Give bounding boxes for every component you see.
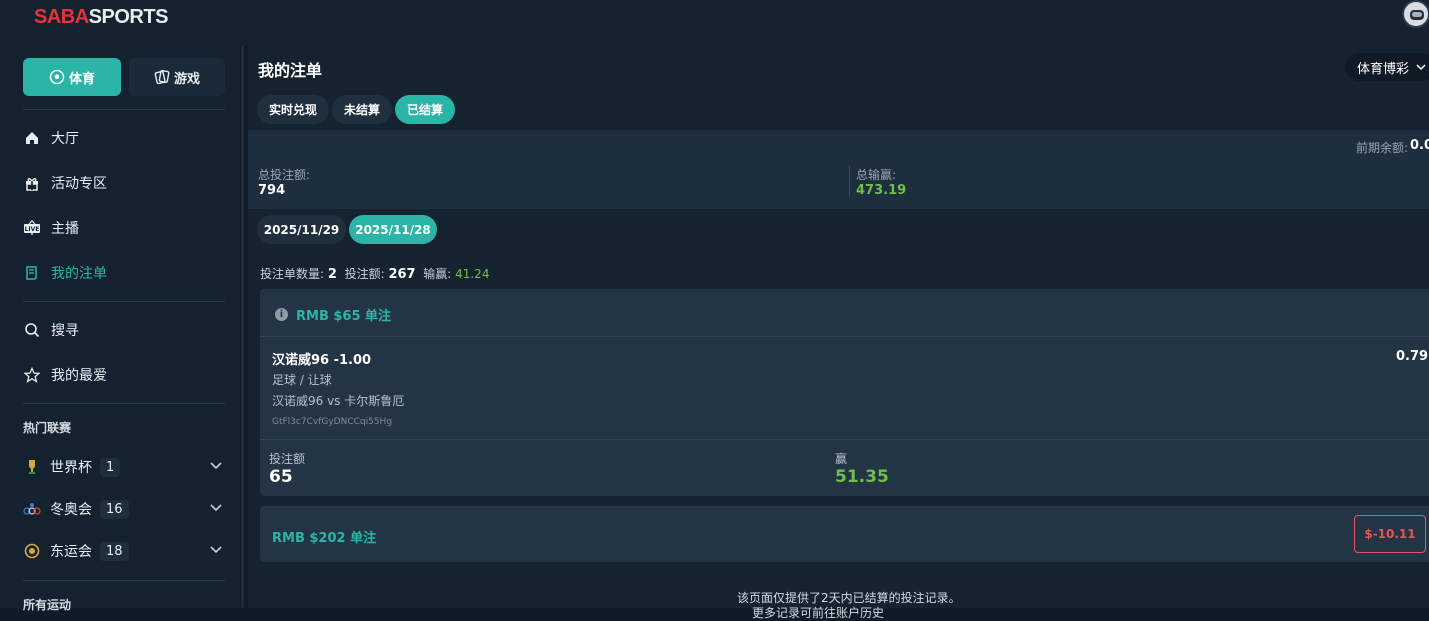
all-sports-label: 所有运动: [23, 598, 72, 612]
divider: [23, 109, 225, 110]
total-stake-value: 794: [258, 183, 286, 198]
page-title: 我的注单: [258, 61, 323, 80]
prev-balance-label: 前期余额:: [1356, 141, 1409, 155]
segment-sports[interactable]: 体育: [23, 58, 121, 96]
tab-settled[interactable]: 已结算: [395, 95, 455, 124]
footer-note-2[interactable]: 更多记录可前往账户历史: [752, 604, 884, 621]
dropdown-value: 体育博彩: [1357, 61, 1410, 77]
olympic-rings-icon: [23, 500, 41, 518]
gift-icon: [23, 174, 41, 192]
tab-cashout[interactable]: 实时兑现: [257, 95, 329, 124]
star-icon: [23, 366, 41, 384]
nav-item-lobby[interactable]: 大厅: [23, 123, 225, 153]
bet-id: GtFl3c7CvfGyDNCCqi55Hg: [272, 417, 393, 427]
divider: [260, 336, 1429, 337]
bet-selection: 汉诺威96 -1.00: [272, 353, 372, 368]
trophy-icon: [23, 458, 41, 476]
product-dropdown[interactable]: 体育博彩: [1345, 53, 1429, 81]
divider: [23, 580, 225, 581]
league-count: 18: [100, 541, 129, 561]
hot-leagues-label: 热门联赛: [23, 421, 72, 435]
bet-market: 足球 / 让球: [272, 373, 332, 387]
summary-panel: [248, 130, 1429, 209]
divider: [23, 301, 225, 302]
bet-count: 2: [327, 267, 337, 282]
soccer-ball-icon: [49, 69, 65, 85]
ticket-icon: [23, 264, 41, 282]
bet-card[interactable]: RMB $202 单注: [260, 506, 1429, 562]
nav-item-search[interactable]: 搜寻: [23, 315, 225, 345]
emblem-icon: [23, 542, 41, 560]
chevron-down-icon[interactable]: [209, 501, 223, 519]
divider: [260, 439, 1429, 440]
segment-games[interactable]: 游戏: [129, 58, 225, 96]
stake-label: 投注额: [269, 452, 306, 466]
tab-unsettled[interactable]: 未结算: [332, 95, 392, 124]
divider: [23, 403, 225, 404]
stake-value: 65: [269, 467, 293, 487]
bet-match: 汉诺威96 vs 卡尔斯鲁厄: [272, 394, 405, 408]
cards-icon: [154, 69, 170, 85]
nav-item-promotions[interactable]: 活动专区: [23, 168, 225, 198]
bet-stats: 投注单数量: 2 投注额: 267 输赢: 41.24: [260, 267, 490, 282]
top-bar: SABASPORTS: [0, 0, 1429, 46]
date-tab-2025-11-29[interactable]: 2025/11/29: [257, 215, 346, 244]
nav-item-my-bets[interactable]: 我的注单: [23, 258, 225, 288]
stake-total: 267: [388, 267, 416, 282]
saba-sports-logo[interactable]: SABASPORTS: [34, 6, 168, 29]
result-label: 赢: [835, 452, 848, 466]
search-icon: [23, 321, 41, 339]
bet-card[interactable]: i RMB $65 单注 汉诺威96 -1.00 0.79 足球 / 让球 汉诺…: [260, 289, 1429, 496]
bet-card-header: RMB $202 单注: [272, 531, 377, 546]
total-stake-label: 总投注额:: [258, 168, 311, 182]
league-item-world-cup[interactable]: 世界杯 1: [23, 453, 225, 481]
date-tab-2025-11-28[interactable]: 2025/11/28: [349, 215, 437, 244]
avatar[interactable]: [1402, 0, 1429, 28]
chevron-down-icon[interactable]: [209, 543, 223, 561]
segment-sports-label: 体育: [68, 71, 95, 87]
league-count: 1: [100, 457, 121, 477]
league-item-east-asian-games[interactable]: 东运会 18: [23, 537, 225, 565]
info-icon[interactable]: i: [275, 308, 288, 321]
loss-badge: $-10.11: [1354, 515, 1426, 553]
winloss-total: 41.24: [455, 267, 490, 281]
chevron-down-icon[interactable]: [209, 459, 223, 477]
nav-item-streamers[interactable]: LIVE 主播: [23, 213, 225, 243]
svg-text:LIVE: LIVE: [25, 226, 40, 233]
chevron-down-icon: [1416, 64, 1426, 71]
league-count: 16: [100, 499, 129, 519]
live-icon: LIVE: [23, 219, 41, 237]
home-icon: [23, 129, 41, 147]
league-item-winter-olympics[interactable]: 冬奥会 16: [23, 495, 225, 523]
total-winloss-label: 总输赢:: [856, 168, 897, 182]
divider: [849, 166, 850, 196]
sidebar-scrollbar[interactable]: [240, 46, 246, 608]
total-winloss-value: 473.19: [856, 183, 907, 198]
segment-games-label: 游戏: [173, 71, 200, 87]
prev-balance-value: 0.0: [1410, 138, 1429, 153]
bet-card-header: RMB $65 单注: [296, 309, 392, 324]
nav-item-favorites[interactable]: 我的最爱: [23, 360, 225, 390]
result-value: 51.35: [835, 467, 889, 487]
bet-odds: 0.79: [1396, 349, 1429, 364]
